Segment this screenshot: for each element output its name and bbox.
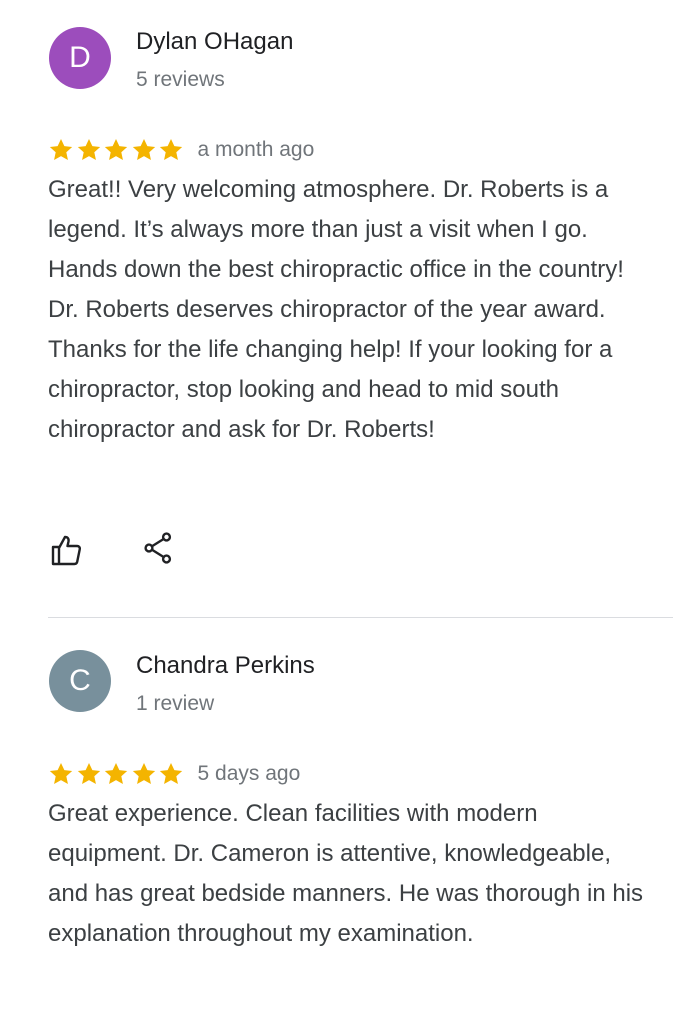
- review-text: Great!! Very welcoming atmosphere. Dr. R…: [48, 176, 624, 443]
- star-icon: [77, 138, 100, 160]
- star-icon: [49, 762, 73, 784]
- star-icon: [104, 762, 128, 784]
- review-date: a month ago: [197, 138, 315, 161]
- star-icon: [132, 138, 155, 160]
- star-icon: [159, 138, 183, 160]
- thumbs-up-icon: [51, 535, 82, 566]
- star-icon: [104, 138, 128, 160]
- star-rating: [48, 761, 186, 787]
- review-count: 1 review: [136, 692, 215, 715]
- star-icon: [49, 138, 73, 160]
- share-icon: [144, 532, 172, 564]
- review-count: 5 reviews: [136, 68, 225, 91]
- like-button[interactable]: [46, 530, 86, 570]
- rating-row: a month ago: [48, 134, 314, 166]
- star-icon: [132, 762, 155, 784]
- avatar[interactable]: C: [49, 650, 111, 712]
- share-button[interactable]: [138, 528, 178, 568]
- review-text: Great experience. Clean facilities with …: [48, 800, 644, 947]
- avatar[interactable]: D: [49, 27, 111, 89]
- star-icon: [77, 762, 100, 784]
- reviewer-name[interactable]: Chandra Perkins: [136, 652, 315, 680]
- divider: [48, 617, 673, 618]
- star-rating: [48, 137, 186, 163]
- review-date: 5 days ago: [197, 762, 301, 785]
- rating-row: 5 days ago: [48, 758, 300, 790]
- reviewer-name[interactable]: Dylan OHagan: [136, 28, 293, 56]
- star-icon: [159, 762, 183, 784]
